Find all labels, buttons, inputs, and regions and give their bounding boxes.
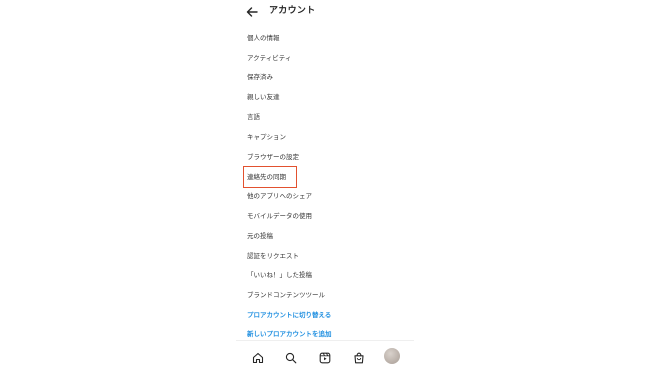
menu-item-saved[interactable]: 保存済み — [247, 70, 273, 84]
profile-avatar[interactable] — [384, 348, 400, 364]
menu-item-personal-info[interactable]: 個人の情報 — [247, 31, 280, 45]
shop-icon[interactable] — [353, 349, 365, 364]
menu-item-close-friends[interactable]: 親しい友達 — [247, 90, 280, 104]
reels-icon[interactable] — [319, 349, 331, 364]
page-title: アカウント — [269, 6, 316, 16]
menu-item-liked-posts[interactable]: 「いいね！」した投稿 — [247, 268, 312, 282]
bottom-navigation — [236, 340, 414, 366]
menu-item-activity[interactable]: アクティビティ — [247, 51, 291, 65]
home-icon[interactable] — [252, 349, 264, 364]
menu-item-add-professional-account[interactable]: 新しいプロアカウントを追加 — [247, 327, 332, 341]
menu-item-captions[interactable]: キャプション — [247, 130, 286, 144]
menu-item-contact-sync[interactable]: 連絡先の同期 — [247, 170, 286, 184]
search-icon[interactable] — [285, 349, 297, 364]
menu-item-request-verification[interactable]: 認証をリクエスト — [247, 249, 299, 263]
account-settings-panel: アカウント 個人の情報 アクティビティ 保存済み 親しい友達 言語 キャプション… — [236, 0, 414, 366]
menu-item-share-to-other-apps[interactable]: 他のアプリへのシェア — [247, 189, 312, 203]
menu-item-mobile-data-usage[interactable]: モバイルデータの使用 — [247, 209, 312, 223]
menu-item-original-posts[interactable]: 元の投稿 — [247, 229, 273, 243]
menu-item-switch-to-professional[interactable]: プロアカウントに切り替える — [247, 308, 331, 322]
arrow-left-icon[interactable] — [245, 4, 259, 18]
menu-item-branded-content-tools[interactable]: ブランドコンテンツツール — [247, 288, 325, 302]
menu-item-language[interactable]: 言語 — [247, 110, 260, 124]
header: アカウント — [236, 0, 414, 24]
menu-item-browser-settings[interactable]: ブラウザーの設定 — [247, 150, 299, 164]
